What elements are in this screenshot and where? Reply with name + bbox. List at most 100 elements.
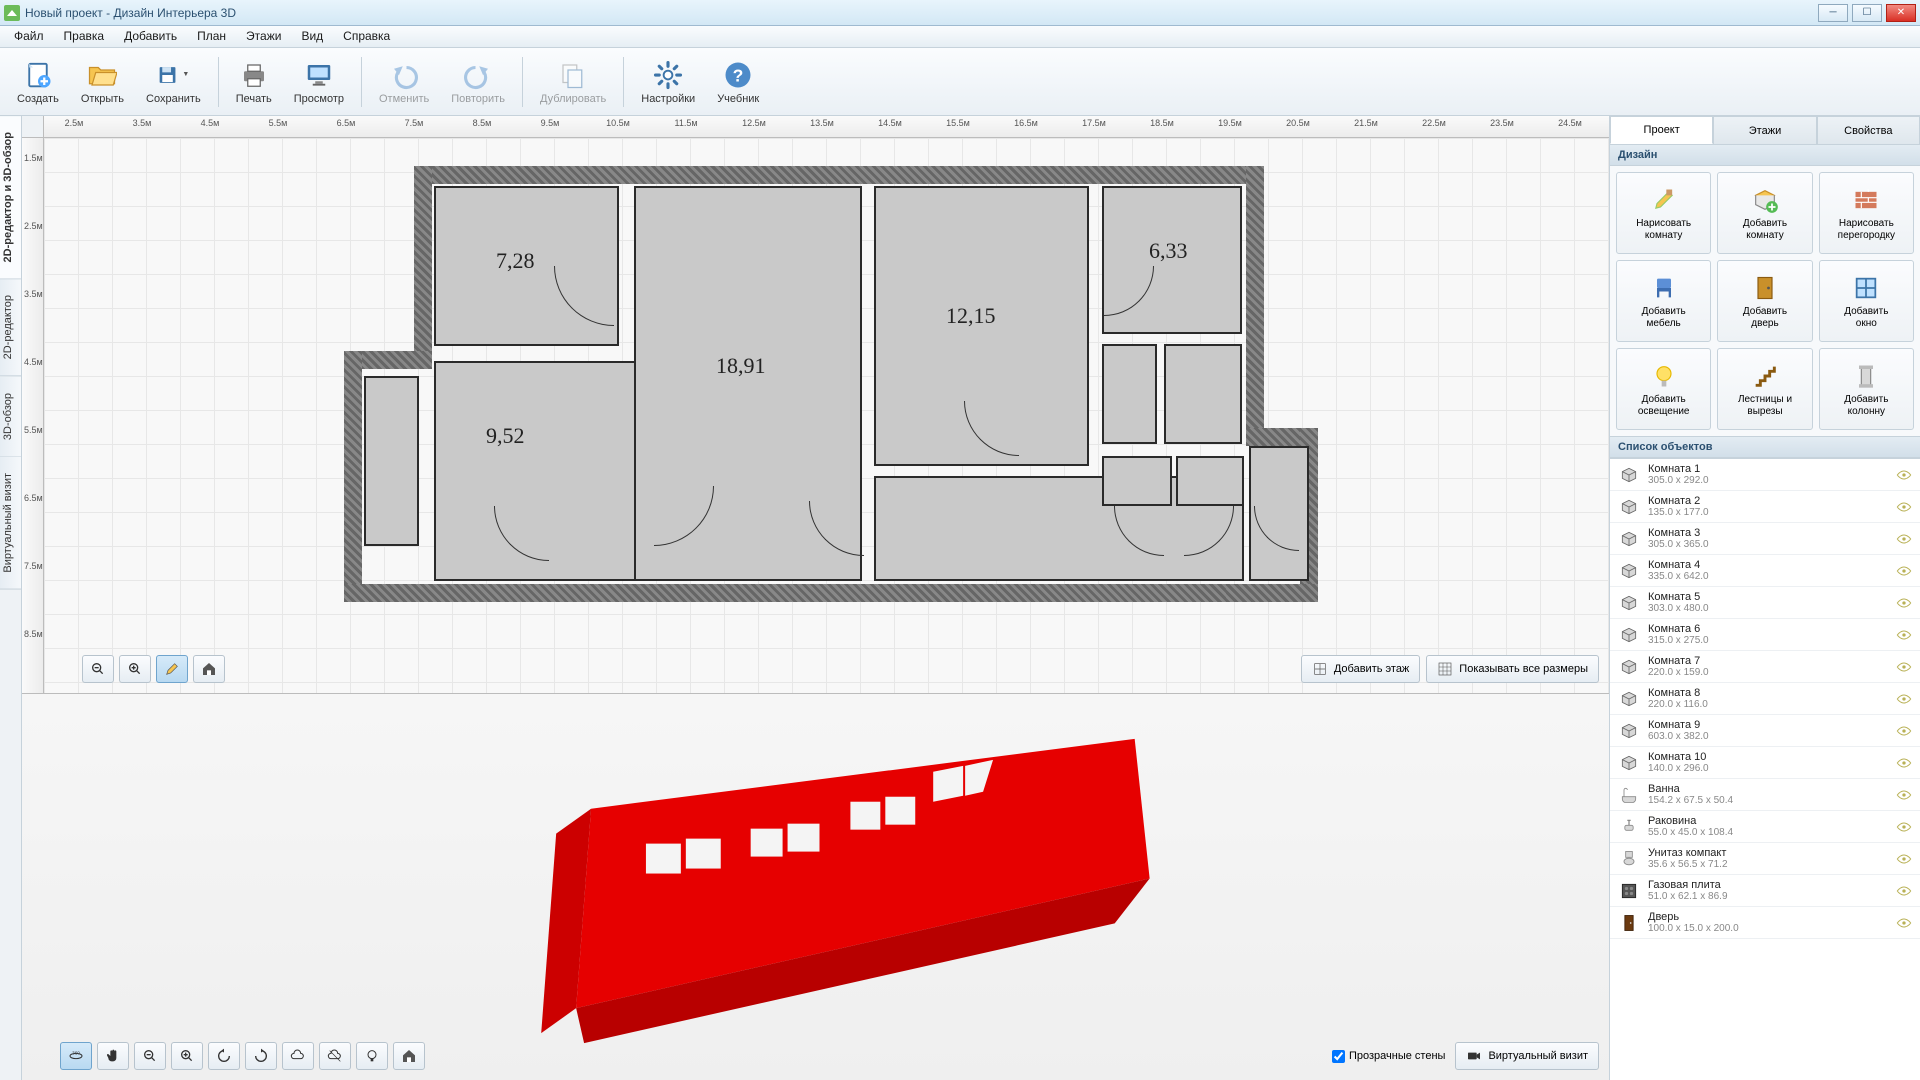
column-icon [1851, 361, 1881, 391]
no-shadows-button[interactable] [319, 1042, 351, 1070]
room-small-2[interactable] [1164, 344, 1242, 444]
object-row[interactable]: Дверь100.0 x 15.0 x 200.0 [1610, 907, 1920, 939]
panel-3d[interactable]: Прозрачные стены Виртуальный визит [22, 693, 1609, 1080]
visibility-icon[interactable] [1896, 915, 1912, 931]
object-row[interactable]: Комната 4335.0 x 642.0 [1610, 555, 1920, 587]
toolcard-window[interactable]: Добавитьокно [1819, 260, 1914, 342]
object-row[interactable]: Газовая плита51.0 x 62.1 x 86.9 [1610, 875, 1920, 907]
visibility-icon[interactable] [1896, 531, 1912, 547]
shadows-button[interactable] [282, 1042, 314, 1070]
orbit-360-button[interactable] [60, 1042, 92, 1070]
left-tab-3[interactable]: Виртуальный визит [0, 457, 21, 590]
toolcard-room-add[interactable]: Добавитькомнату [1717, 172, 1812, 254]
object-row[interactable]: Комната 10140.0 x 296.0 [1610, 747, 1920, 779]
virtual-visit-button[interactable]: Виртуальный визит [1455, 1042, 1599, 1070]
object-row[interactable]: Комната 3305.0 x 365.0 [1610, 523, 1920, 555]
object-row[interactable]: Унитаз компакт35.6 x 56.5 x 71.2 [1610, 843, 1920, 875]
menu-добавить[interactable]: Добавить [114, 26, 187, 47]
toolcard-stairs[interactable]: Лестницы ивырезы [1717, 348, 1812, 430]
tool-grid: НарисоватькомнатуДобавитькомнатуНарисова… [1610, 166, 1920, 436]
home-view-button[interactable] [193, 655, 225, 683]
settings-button[interactable]: Настройки [632, 54, 704, 110]
left-tab-0[interactable]: 2D-редактор и 3D-обзор [0, 116, 21, 279]
room-icon [1618, 656, 1640, 678]
room-balcony-left[interactable] [364, 376, 419, 546]
toolcard-wall[interactable]: Нарисоватьперегородку [1819, 172, 1914, 254]
object-row[interactable]: Комната 2135.0 x 177.0 [1610, 491, 1920, 523]
ruler-horizontal: 2.5м3.5м4.5м5.5м6.5м7.5м8.5м9.5м10.5м11.… [44, 116, 1609, 138]
lighting-button[interactable] [356, 1042, 388, 1070]
toolcard-brush[interactable]: Нарисоватькомнату [1616, 172, 1711, 254]
zoom-in-3d-button[interactable] [171, 1042, 203, 1070]
menubar: ФайлПравкаДобавитьПланЭтажиВидСправка [0, 26, 1920, 48]
toolcard-bulb[interactable]: Добавитьосвещение [1616, 348, 1711, 430]
side-tab-Свойства[interactable]: Свойства [1817, 116, 1920, 144]
object-row[interactable]: Ванна154.2 x 67.5 x 50.4 [1610, 779, 1920, 811]
maximize-button[interactable]: ☐ [1852, 4, 1882, 22]
left-tab-1[interactable]: 2D-редактор [0, 279, 21, 376]
toolcard-chair[interactable]: Добавитьмебель [1616, 260, 1711, 342]
print-button[interactable]: Печать [227, 54, 281, 110]
toolcard-door[interactable]: Добавитьдверь [1717, 260, 1812, 342]
room-icon [1618, 592, 1640, 614]
home-3d-button[interactable] [393, 1042, 425, 1070]
main-toolbar: СоздатьОткрыть▼СохранитьПечатьПросмотрОт… [0, 48, 1920, 116]
visibility-icon[interactable] [1896, 627, 1912, 643]
visibility-icon[interactable] [1896, 467, 1912, 483]
object-row[interactable]: Комната 6315.0 x 275.0 [1610, 619, 1920, 651]
side-tab-Проект[interactable]: Проект [1610, 116, 1713, 144]
open-button[interactable]: Открыть [72, 54, 133, 110]
zoom-out-button[interactable] [82, 655, 114, 683]
menu-вид[interactable]: Вид [291, 26, 333, 47]
visibility-icon[interactable] [1896, 851, 1912, 867]
menu-этажи[interactable]: Этажи [236, 26, 291, 47]
create-button[interactable]: Создать [8, 54, 68, 110]
preview-button[interactable]: Просмотр [285, 54, 353, 110]
room-hall-2[interactable] [1176, 456, 1244, 506]
visibility-icon[interactable] [1896, 659, 1912, 675]
visibility-icon[interactable] [1896, 691, 1912, 707]
draw-tool-button[interactable] [156, 655, 188, 683]
show-all-dims-button[interactable]: Показывать все размеры [1426, 655, 1599, 683]
toolcard-column[interactable]: Добавитьколонну [1819, 348, 1914, 430]
menu-правка[interactable]: Правка [54, 26, 115, 47]
menu-файл[interactable]: Файл [4, 26, 54, 47]
room-small-1[interactable] [1102, 344, 1157, 444]
visibility-icon[interactable] [1896, 787, 1912, 803]
transparent-walls-checkbox[interactable]: Прозрачные стены [1332, 1050, 1445, 1063]
rotate-left-button[interactable] [208, 1042, 240, 1070]
visibility-icon[interactable] [1896, 723, 1912, 739]
stove-icon [1618, 880, 1640, 902]
menu-план[interactable]: План [187, 26, 236, 47]
visibility-icon[interactable] [1896, 563, 1912, 579]
minimize-button[interactable]: ─ [1818, 4, 1848, 22]
save-button[interactable]: ▼Сохранить [137, 54, 210, 110]
visibility-icon[interactable] [1896, 499, 1912, 515]
canvas-2d[interactable]: 7,28 9,52 18,91 12,15 6,33 [44, 138, 1609, 693]
visibility-icon[interactable] [1896, 595, 1912, 611]
visibility-icon[interactable] [1896, 755, 1912, 771]
close-button[interactable]: ✕ [1886, 4, 1916, 22]
manual-button[interactable]: Учебник [708, 54, 768, 110]
add-floor-button[interactable]: Добавить этаж [1301, 655, 1420, 683]
room-hall-1[interactable] [1102, 456, 1172, 506]
visibility-icon[interactable] [1896, 819, 1912, 835]
object-row[interactable]: Комната 7220.0 x 159.0 [1610, 651, 1920, 683]
side-tab-Этажи[interactable]: Этажи [1713, 116, 1816, 144]
object-row[interactable]: Комната 1305.0 x 292.0 [1610, 459, 1920, 491]
object-row[interactable]: Раковина55.0 x 45.0 x 108.4 [1610, 811, 1920, 843]
pan-button[interactable] [97, 1042, 129, 1070]
object-row[interactable]: Комната 5303.0 x 480.0 [1610, 587, 1920, 619]
zoom-in-button[interactable] [119, 655, 151, 683]
object-row[interactable]: Комната 8220.0 x 116.0 [1610, 683, 1920, 715]
toolbar-separator [218, 57, 219, 107]
visibility-icon[interactable] [1896, 883, 1912, 899]
zoom-out-3d-button[interactable] [134, 1042, 166, 1070]
room-icon [1618, 752, 1640, 774]
titlebar: Новый проект - Дизайн Интерьера 3D ─ ☐ ✕ [0, 0, 1920, 26]
menu-справка[interactable]: Справка [333, 26, 400, 47]
left-tab-2[interactable]: 3D-обзор [0, 377, 21, 457]
room-icon [1618, 624, 1640, 646]
object-row[interactable]: Комната 9603.0 x 382.0 [1610, 715, 1920, 747]
rotate-right-button[interactable] [245, 1042, 277, 1070]
